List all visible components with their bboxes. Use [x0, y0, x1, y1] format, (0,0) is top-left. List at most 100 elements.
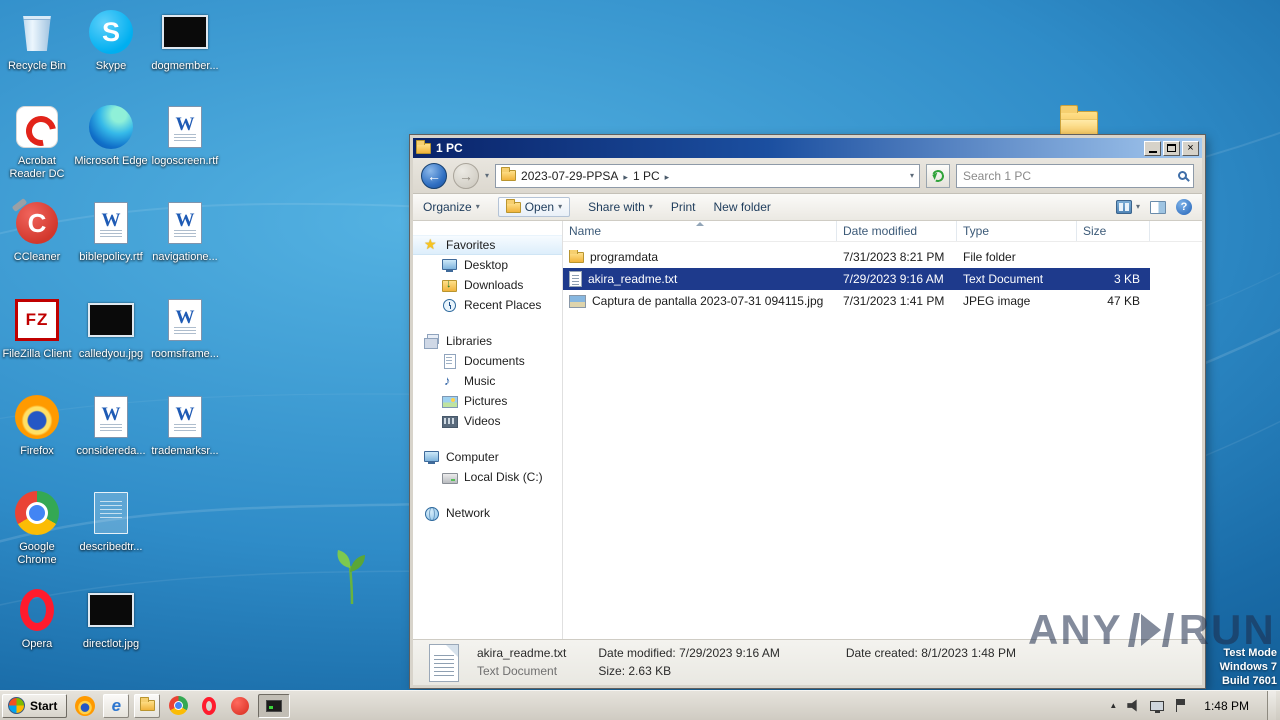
sidebar-item-network[interactable]: Network	[413, 503, 562, 523]
open-button[interactable]: Open ▾	[497, 197, 571, 217]
sidebar-item-videos[interactable]: Videos	[413, 411, 562, 431]
column-headers: Name Date modified Type Size	[563, 221, 1202, 242]
column-header-size[interactable]: Size	[1077, 221, 1150, 241]
print-button[interactable]: Print	[671, 200, 696, 214]
desktop-icon-calledyou[interactable]: calledyou.jpg	[74, 296, 148, 361]
desktop-icon-navigatione[interactable]: navigatione...	[148, 199, 222, 264]
sidebar-item-computer[interactable]: Computer	[413, 447, 562, 467]
taskbar-firefox-button[interactable]	[72, 694, 98, 718]
desktop-icon-trademarksr[interactable]: trademarksr...	[148, 393, 222, 458]
volume-icon[interactable]	[1127, 699, 1137, 712]
breadcrumb-separator-icon[interactable]	[665, 169, 670, 183]
word-document-icon	[94, 393, 128, 441]
desktop-icon-ccleaner[interactable]: CCleaner	[0, 199, 74, 264]
sidebar-item-downloads[interactable]: Downloads	[413, 275, 562, 295]
file-row-captura[interactable]: Captura de pantalla 2023-07-31 094115.jp…	[563, 290, 1150, 312]
desktop-icon-edge[interactable]: Microsoft Edge	[74, 103, 148, 168]
taskbar-clock[interactable]: 1:48 PM	[1196, 699, 1257, 713]
file-row-akira-readme[interactable]: akira_readme.txt 7/29/2023 9:16 AM Text …	[563, 268, 1150, 290]
jpeg-file-icon	[569, 294, 586, 308]
organize-button[interactable]: Organize ▾	[423, 200, 480, 214]
search-icon[interactable]	[1178, 171, 1187, 180]
change-view-button[interactable]: ▾	[1115, 200, 1140, 214]
taskbar-opera-button[interactable]	[196, 694, 222, 718]
videos-icon	[441, 413, 458, 429]
address-bar[interactable]: 2023-07-29-PPSA 1 PC ▾	[495, 163, 920, 188]
back-button[interactable]: ←	[421, 162, 447, 189]
desktop-icon-dogmember[interactable]: dogmember...	[148, 8, 222, 73]
desktop-icon-roomsframe[interactable]: roomsframe...	[148, 296, 222, 361]
desktop-icon-label: Microsoft Edge	[74, 155, 148, 167]
sidebar-item-libraries[interactable]: Libraries	[413, 331, 562, 351]
new-folder-button[interactable]: New folder	[714, 200, 771, 214]
desktop-icon-filezilla[interactable]: FileZilla Client	[0, 296, 74, 361]
minimize-button[interactable]	[1144, 140, 1161, 156]
opera-icon	[20, 586, 54, 634]
desktop-icon-acrobat[interactable]: Acrobat Reader DC	[0, 103, 74, 181]
share-with-button[interactable]: Share with ▾	[588, 200, 653, 214]
desktop-icon-chrome[interactable]: Google Chrome	[0, 489, 74, 567]
desktop-icon-opera[interactable]: Opera	[0, 586, 74, 651]
documents-icon	[441, 353, 458, 369]
show-hidden-icons-button[interactable]	[1109, 701, 1117, 710]
desktop-icon-label: CCleaner	[13, 251, 61, 263]
taskbar-chrome-button[interactable]	[165, 694, 191, 718]
history-dropdown-icon[interactable]: ▾	[485, 171, 489, 180]
sidebar-item-favorites[interactable]: Favorites	[413, 235, 562, 255]
hard-disk-icon	[441, 469, 458, 485]
search-box[interactable]	[956, 163, 1194, 188]
desktop-icon-skype[interactable]: Skype	[74, 8, 148, 73]
show-desktop-button[interactable]	[1267, 690, 1276, 720]
desktop-icon-firefox[interactable]: Firefox	[0, 393, 74, 458]
sidebar-item-recent-places[interactable]: Recent Places	[413, 295, 562, 315]
desktop-icon-label: Opera	[21, 638, 53, 650]
word-document-icon	[168, 103, 202, 151]
taskbar-internet-explorer-button[interactable]	[103, 693, 130, 718]
desktop: Recycle Bin Acrobat Reader DC CCleaner F…	[0, 0, 1280, 690]
recent-places-clock-icon	[441, 297, 458, 313]
sidebar-item-local-disk-c[interactable]: Local Disk (C:)	[413, 467, 562, 487]
desktop-icon-recycle-bin[interactable]: Recycle Bin	[0, 8, 74, 73]
desktop-icon-label: considereda...	[76, 445, 146, 457]
column-header-name[interactable]: Name	[563, 221, 837, 241]
desktop-icon-described[interactable]: describedtr...	[74, 489, 148, 554]
search-input[interactable]	[963, 168, 1174, 183]
file-rows: programdata 7/31/2023 8:21 PM File folde…	[563, 242, 1202, 639]
window-titlebar[interactable]: 1 PC ×	[413, 138, 1202, 158]
sidebar-item-pictures[interactable]: Pictures	[413, 391, 562, 411]
desktop-icon-logoscreen[interactable]: logoscreen.rtf	[148, 103, 222, 168]
sidebar-item-music[interactable]: Music	[413, 371, 562, 391]
desktop-icon-directlot[interactable]: directlot.jpg	[74, 586, 148, 651]
preview-pane-button[interactable]	[1150, 200, 1166, 214]
start-button[interactable]: Start	[2, 693, 68, 718]
forward-button[interactable]: →	[453, 162, 479, 189]
chevron-down-icon: ▾	[475, 202, 480, 211]
taskbar-explorer-button[interactable]	[134, 693, 161, 718]
file-row-programdata[interactable]: programdata 7/31/2023 8:21 PM File folde…	[563, 246, 1150, 268]
refresh-button[interactable]	[926, 163, 950, 188]
taskbar-active-window-button[interactable]	[258, 693, 291, 718]
word-document-icon	[94, 199, 128, 247]
desktop-icon-biblepolicy[interactable]: biblepolicy.rtf	[74, 199, 148, 264]
breadcrumb-item[interactable]: 1 PC	[633, 169, 660, 183]
close-button[interactable]: ×	[1182, 140, 1199, 156]
network-icon[interactable]	[1150, 700, 1165, 713]
column-header-type[interactable]: Type	[957, 221, 1077, 241]
address-dropdown-icon[interactable]: ▾	[910, 171, 914, 180]
help-button[interactable]	[1176, 199, 1192, 215]
desktop-icon-label: navigatione...	[152, 251, 218, 263]
details-filename: akira_readme.txt	[477, 646, 567, 660]
action-center-flag-icon[interactable]	[1174, 699, 1186, 712]
sidebar-item-desktop[interactable]: Desktop	[413, 255, 562, 275]
sidebar-item-documents[interactable]: Documents	[413, 351, 562, 371]
sort-ascending-icon	[695, 222, 704, 226]
size-cell: 47 KB	[1107, 294, 1140, 308]
taskbar-app-button[interactable]	[227, 694, 253, 718]
address-folder-icon	[501, 167, 517, 181]
breadcrumb-separator-icon[interactable]	[623, 169, 628, 183]
column-header-date-modified[interactable]: Date modified	[837, 221, 957, 241]
breadcrumb-item[interactable]: 2023-07-29-PPSA	[521, 169, 618, 183]
desktop-icon-considered[interactable]: considereda...	[74, 393, 148, 458]
type-cell: Text Document	[963, 272, 1044, 286]
maximize-button[interactable]	[1163, 140, 1180, 156]
